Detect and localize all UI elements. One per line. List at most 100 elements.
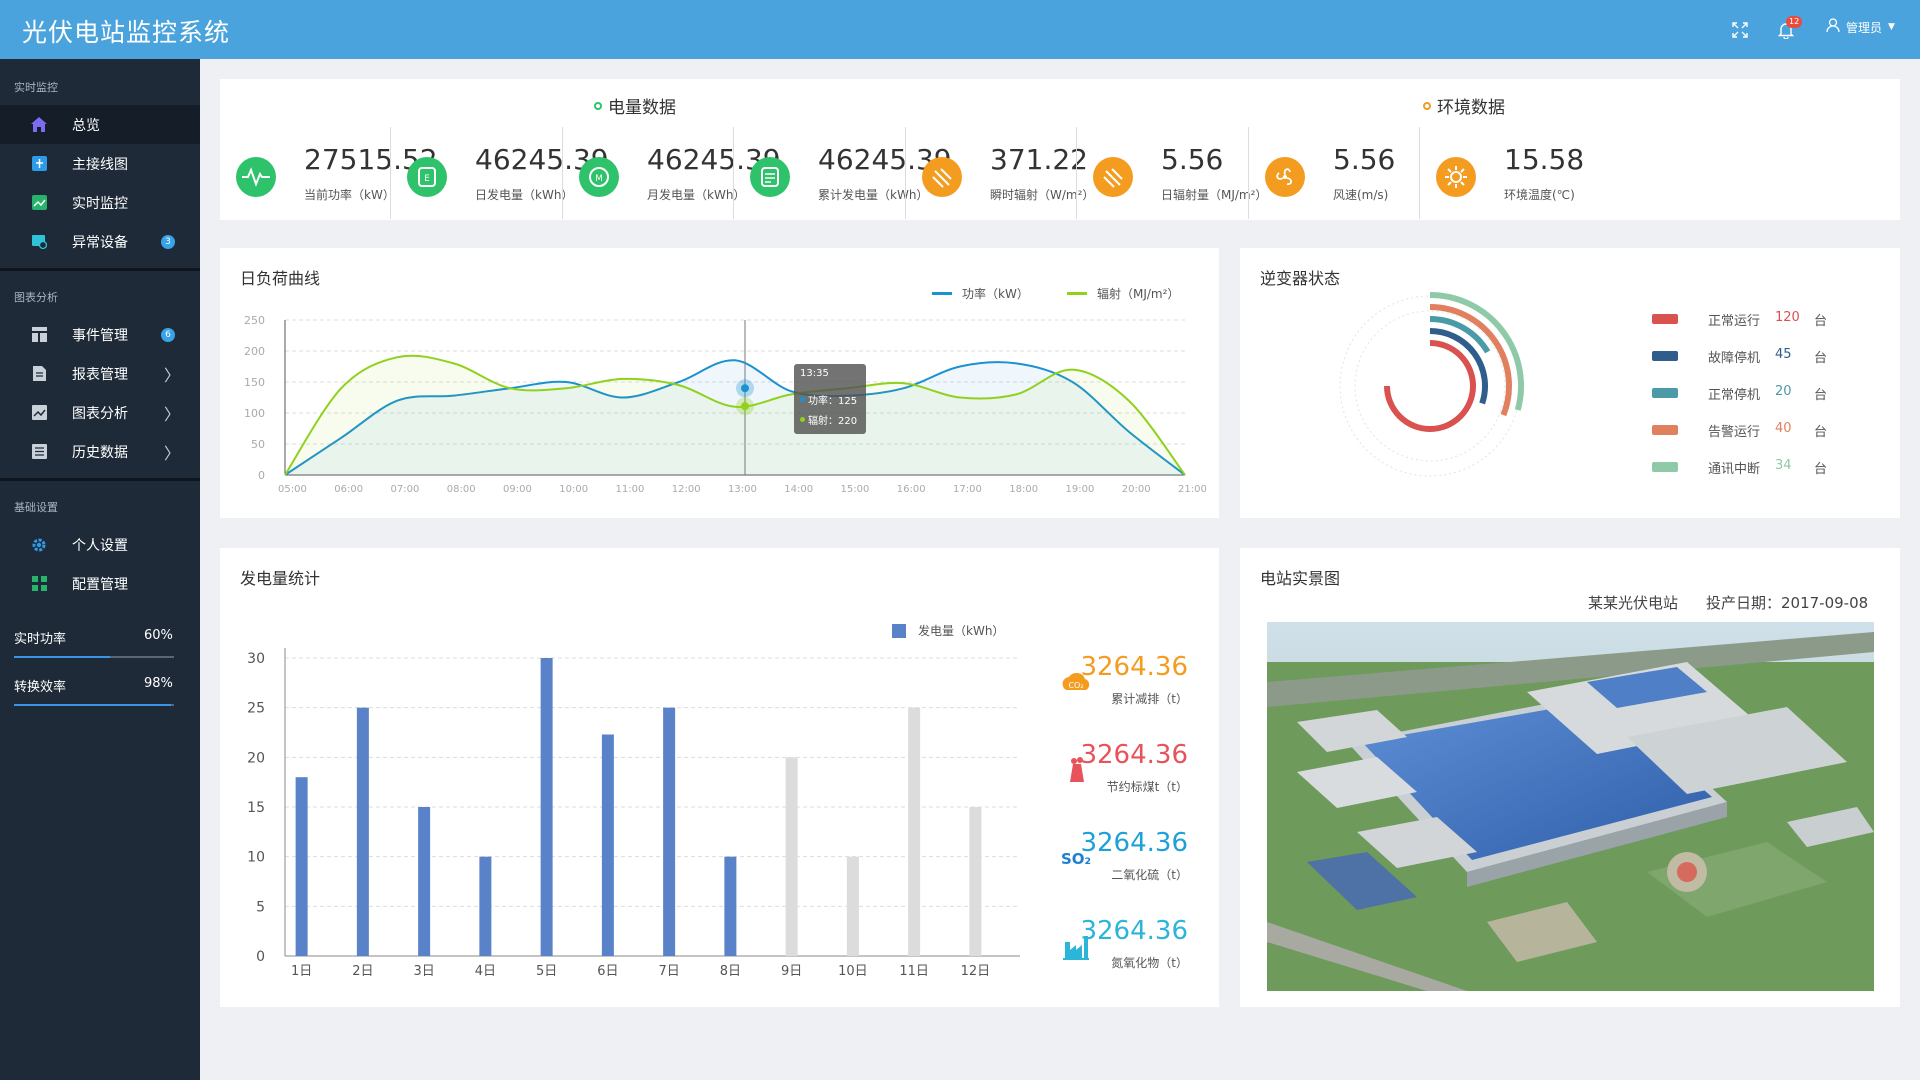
kpi-label: 月发电量（kWh） — [647, 188, 746, 202]
sidebar-item-label: 图表分析 — [72, 405, 128, 422]
hover-point — [741, 402, 749, 411]
sidebar: 实时监控 总览 主接线图 实时监控 异常设备 3 图表分析 事件管理 6 报表管… — [0, 59, 200, 1080]
sidebar-item-overview[interactable]: 总览 — [0, 105, 200, 144]
x-tick-label: 17:00 — [953, 484, 982, 495]
inverter-status-count: 20 — [1775, 384, 1792, 399]
x-tick-label: 11日 — [899, 964, 929, 979]
legend-swatch — [1652, 462, 1678, 472]
emission-label: 节约标煤t（t） — [1106, 780, 1188, 794]
emission-value: 3264.36 — [1080, 828, 1188, 858]
inverter-status-label: 告警运行 — [1708, 425, 1761, 440]
group-dot-icon — [1423, 101, 1431, 110]
pulse-icon — [236, 157, 276, 197]
x-tick-label: 12日 — [961, 964, 991, 979]
sidebar-item-label: 事件管理 — [72, 327, 128, 344]
sidebar-item-abnormal[interactable]: 异常设备 3 — [0, 222, 200, 261]
svg-text:E: E — [424, 174, 430, 184]
total-energy-icon — [750, 157, 790, 197]
bar — [663, 707, 676, 956]
x-tick-label: 13:00 — [728, 484, 757, 495]
inverter-status-label: 故障停机 — [1708, 351, 1761, 366]
sidebar-item-reports[interactable]: 报表管理 〉 — [0, 354, 200, 393]
bar — [540, 658, 553, 956]
sidebar-divider — [0, 478, 200, 481]
legend-swatch — [1652, 351, 1678, 361]
bar — [479, 856, 492, 956]
daily-radiation-icon — [1093, 157, 1133, 197]
emission-label: 氮氧化物（t） — [1111, 956, 1188, 970]
load-curve-chart[interactable]: 250 200 150 100 50 0 05:00 06:00 07:00 08:00 09:00… — [220, 248, 1219, 518]
chevron-right-icon: 〉 — [164, 404, 181, 424]
wiring-diagram-icon — [30, 155, 48, 173]
kpi-label: 环境温度(℃) — [1504, 188, 1575, 202]
x-tick-label: 05:00 — [278, 484, 307, 495]
y-tick-label: 20 — [247, 750, 265, 766]
sidebar-item-history[interactable]: 历史数据 〉 — [0, 432, 200, 471]
svg-text:M: M — [595, 174, 603, 184]
sun-icon — [1436, 157, 1476, 197]
sidebar-item-wiring[interactable]: 主接线图 — [0, 144, 200, 183]
x-tick-label: 10日 — [838, 964, 868, 979]
efficiency-progress-bar — [14, 704, 174, 706]
inverter-ring-arc — [1384, 340, 1476, 432]
inverter-unit: 台 — [1814, 425, 1828, 440]
kpi-divider — [905, 127, 906, 219]
emission-stat: 3264.36 节约标煤t（t） — [1058, 740, 1208, 810]
station-panel: 电站实景图 某某光伏电站 投产日期：2017-09-08 — [1240, 548, 1900, 1007]
progress-fill — [14, 656, 110, 658]
x-tick-label: 7日 — [658, 964, 679, 979]
y-tick-label: 0 — [258, 469, 265, 482]
kpi-value: 5.56 — [1333, 143, 1396, 176]
x-tick-label: 10:00 — [559, 484, 588, 495]
power-group-title: 电量数据 — [594, 93, 676, 118]
user-menu[interactable]: 管理员 ▼ — [1826, 18, 1895, 36]
x-tick-label: 12:00 — [672, 484, 701, 495]
progress-label: 转换效率 — [14, 680, 67, 695]
inverter-status-count: 34 — [1775, 458, 1792, 473]
inverter-status-count: 40 — [1775, 421, 1792, 436]
kpi-label: 风速(m/s) — [1333, 188, 1389, 202]
inverter-unit: 台 — [1814, 351, 1828, 366]
inverter-ring-chart[interactable] — [1300, 258, 1560, 518]
alert-device-icon — [30, 233, 48, 251]
x-tick-label: 08:00 — [447, 484, 476, 495]
x-tick-label: 9日 — [781, 964, 802, 979]
x-tick-label: 21:00 — [1178, 484, 1207, 495]
sidebar-item-label: 报表管理 — [72, 366, 128, 383]
user-icon — [1826, 18, 1840, 36]
tooltip-radiation-text: 辐射：220 — [808, 416, 858, 427]
bar — [724, 856, 737, 956]
y-tick-label: 15 — [247, 800, 265, 816]
x-tick-label: 07:00 — [391, 484, 420, 495]
sidebar-item-config[interactable]: 配置管理 — [0, 564, 200, 603]
y-tick-label: 0 — [256, 949, 265, 965]
panel-title: 电站实景图 — [1260, 569, 1341, 588]
inverter-unit: 台 — [1814, 462, 1828, 477]
bar — [785, 757, 798, 956]
x-tick-label: 3日 — [413, 964, 434, 979]
inverter-status-label: 通讯中断 — [1708, 462, 1761, 477]
sidebar-item-label: 异常设备 — [72, 234, 128, 251]
sidebar-item-analysis[interactable]: 图表分析 〉 — [0, 393, 200, 432]
radiation-icon — [922, 157, 962, 197]
month-energy-icon: M — [579, 157, 619, 197]
emission-value: 3264.36 — [1080, 652, 1188, 682]
kpi-panel: 电量数据 环境数据 27515.52 当前功率（kW） E 46245.39 日发电量（… — [220, 79, 1900, 220]
sidebar-item-realtime[interactable]: 实时监控 — [0, 183, 200, 222]
fullscreen-icon[interactable] — [1728, 18, 1752, 42]
y-tick-label: 10 — [247, 850, 265, 866]
fan-icon — [1265, 157, 1305, 197]
inverter-panel: 逆变器状态 正常运行 120 台故障停机 45 台正常停机 20 台告警运行 40 台通讯中断 3… — [1240, 248, 1900, 518]
group-title-text: 环境数据 — [1437, 98, 1505, 118]
sidebar-item-label: 主接线图 — [72, 156, 128, 173]
sidebar-item-events[interactable]: 事件管理 6 — [0, 315, 200, 354]
emission-label: 二氧化硫（t） — [1111, 868, 1188, 882]
sidebar-item-personal-settings[interactable]: 个人设置 — [0, 525, 200, 564]
x-tick-label: 18:00 — [1009, 484, 1038, 495]
notification-bell-icon[interactable]: 12 — [1774, 16, 1803, 42]
bar — [295, 777, 308, 956]
sidebar-section-title: 基础设置 — [14, 501, 58, 514]
sidebar-item-label: 实时监控 — [72, 195, 128, 212]
abnormal-count-badge: 3 — [161, 234, 175, 249]
kpi-value: 371.22 — [990, 143, 1088, 176]
